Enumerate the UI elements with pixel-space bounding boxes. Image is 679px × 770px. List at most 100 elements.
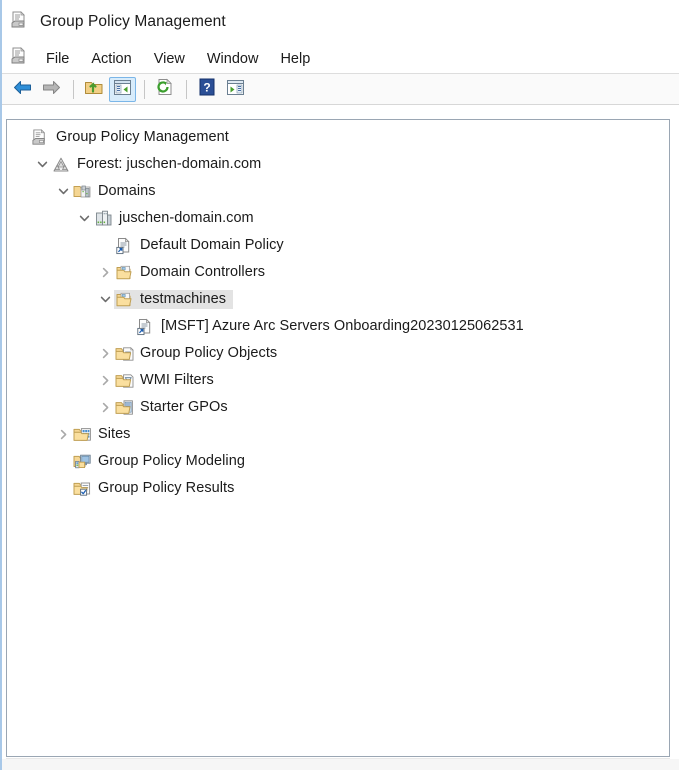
tree-node-label: Starter GPOs (140, 399, 228, 415)
tree-node-label: [MSFT] Azure Arc Servers Onboarding20230… (161, 318, 524, 334)
forest-icon (51, 156, 71, 174)
gpo-container-icon (114, 345, 134, 363)
menu-action[interactable]: Action (80, 49, 142, 69)
tree-node-group-policy-management[interactable]: Group Policy Management (7, 124, 669, 151)
tree-node-content: juschen-domain.com (93, 209, 257, 228)
action-pane-icon (226, 79, 245, 100)
menu-file[interactable]: File (35, 49, 80, 69)
chevron-right-icon[interactable] (96, 340, 114, 367)
menu-window[interactable]: Window (196, 49, 270, 69)
tree-node-content: Domain Controllers (114, 263, 268, 282)
chevron-right-icon[interactable] (54, 421, 72, 448)
chevron-down-icon[interactable] (33, 151, 51, 178)
twisty-placeholder (54, 475, 72, 502)
back-arrow-icon (13, 79, 32, 100)
chevron-down-icon[interactable] (54, 178, 72, 205)
up-one-level-button[interactable] (80, 77, 107, 102)
ou-icon (114, 264, 134, 282)
twisty-placeholder (96, 232, 114, 259)
tree-node-content: Group Policy Modeling (72, 452, 248, 471)
tree-node-content: Sites (72, 425, 134, 444)
gpmc-console-icon (10, 10, 29, 34)
tree-node-label: Sites (98, 426, 131, 442)
starter-gpo-icon (114, 399, 134, 417)
tree-node-label: Group Policy Management (56, 129, 229, 145)
tree-node-label: juschen-domain.com (119, 210, 254, 226)
gpmc-console-icon (10, 47, 29, 70)
menu-help[interactable]: Help (269, 49, 321, 69)
tree-node-content: testmachines (114, 290, 234, 309)
domain-icon (93, 210, 113, 228)
sites-icon (72, 426, 92, 444)
tree-node-content: Group Policy Management (30, 128, 232, 147)
tree-node-content: Group Policy Objects (114, 344, 280, 363)
tree-node-label: Group Policy Modeling (98, 453, 245, 469)
chevron-right-icon[interactable] (96, 367, 114, 394)
refresh-button[interactable] (151, 77, 178, 102)
tree-node-starter-gpos[interactable]: Starter GPOs (7, 394, 669, 421)
console-tree-panel: Group Policy Management Forest: juschen-d… (6, 119, 670, 757)
tree-node-sites[interactable]: Sites (7, 421, 669, 448)
status-strip (0, 759, 679, 770)
tree-node-default-domain-policy[interactable]: Default Domain Policy (7, 232, 669, 259)
forward-arrow-icon (42, 79, 61, 100)
forward-button[interactable] (38, 77, 65, 102)
gpmc-window: Group Policy Management File Action View… (0, 0, 679, 770)
console-tree: Group Policy Management Forest: juschen-d… (7, 120, 669, 502)
question-mark-icon: ? (198, 78, 216, 100)
tree-node-label: Default Domain Policy (140, 237, 284, 253)
twisty-placeholder (117, 313, 135, 340)
toolbar-separator (144, 79, 145, 99)
gpo-link-icon (114, 237, 134, 255)
chevron-down-icon[interactable] (75, 205, 93, 232)
gpo-link-icon (135, 318, 155, 336)
tree-node-content: Group Policy Results (72, 479, 237, 498)
tree-node-domain-juschen[interactable]: juschen-domain.com (7, 205, 669, 232)
twisty-placeholder (12, 124, 30, 151)
tree-node-group-policy-results[interactable]: Group Policy Results (7, 475, 669, 502)
tree-node-content: WMI Filters (114, 371, 217, 390)
toolbar-separator (73, 79, 74, 99)
tree-node-label: Domains (98, 183, 156, 199)
gpmc-console-icon (30, 128, 50, 147)
tree-node-content: Starter GPOs (114, 398, 231, 417)
menu-bar: File Action View Window Help (2, 44, 679, 74)
tree-node-content: Forest: juschen-domain.com (51, 155, 264, 174)
tree-node-testmachines[interactable]: testmachines (7, 286, 669, 313)
menu-view[interactable]: View (143, 49, 196, 69)
chevron-down-icon[interactable] (96, 286, 114, 313)
console-tree-icon (113, 79, 132, 100)
chevron-right-icon[interactable] (96, 259, 114, 286)
wmi-filter-icon (114, 372, 134, 390)
tree-node-label: Group Policy Results (98, 480, 235, 496)
gp-modeling-icon (72, 453, 92, 471)
tree-node-content: [MSFT] Azure Arc Servers Onboarding20230… (135, 317, 527, 336)
toolbar: ? (2, 74, 679, 105)
domains-folder-icon (72, 183, 92, 201)
tree-node-domains[interactable]: Domains (7, 178, 669, 205)
show-hide-action-pane-button[interactable] (222, 77, 249, 102)
tree-node-label: Forest: juschen-domain.com (77, 156, 262, 172)
toolbar-separator (186, 79, 187, 99)
chevron-right-icon[interactable] (96, 394, 114, 421)
gp-results-icon (72, 480, 92, 498)
window-title: Group Policy Management (40, 13, 226, 30)
tree-node-group-policy-objects[interactable]: Group Policy Objects (7, 340, 669, 367)
tree-node-content: Default Domain Policy (114, 236, 287, 255)
help-button[interactable]: ? (193, 77, 220, 102)
refresh-icon (155, 78, 174, 100)
show-hide-console-tree-button[interactable] (109, 76, 136, 102)
tree-node-label: Group Policy Objects (140, 345, 278, 361)
tree-node-azure-arc-gpo-link[interactable]: [MSFT] Azure Arc Servers Onboarding20230… (7, 313, 669, 340)
tree-node-label: WMI Filters (140, 372, 214, 388)
tree-node-group-policy-modeling[interactable]: Group Policy Modeling (7, 448, 669, 475)
up-folder-icon (84, 78, 104, 100)
tree-node-forest[interactable]: Forest: juschen-domain.com (7, 151, 669, 178)
back-button[interactable] (9, 77, 36, 102)
tree-node-domain-controllers[interactable]: Domain Controllers (7, 259, 669, 286)
ou-icon (114, 291, 134, 309)
tree-node-label: testmachines (140, 291, 227, 307)
tree-node-wmi-filters[interactable]: WMI Filters (7, 367, 669, 394)
twisty-placeholder (54, 448, 72, 475)
title-bar: Group Policy Management (2, 0, 679, 44)
